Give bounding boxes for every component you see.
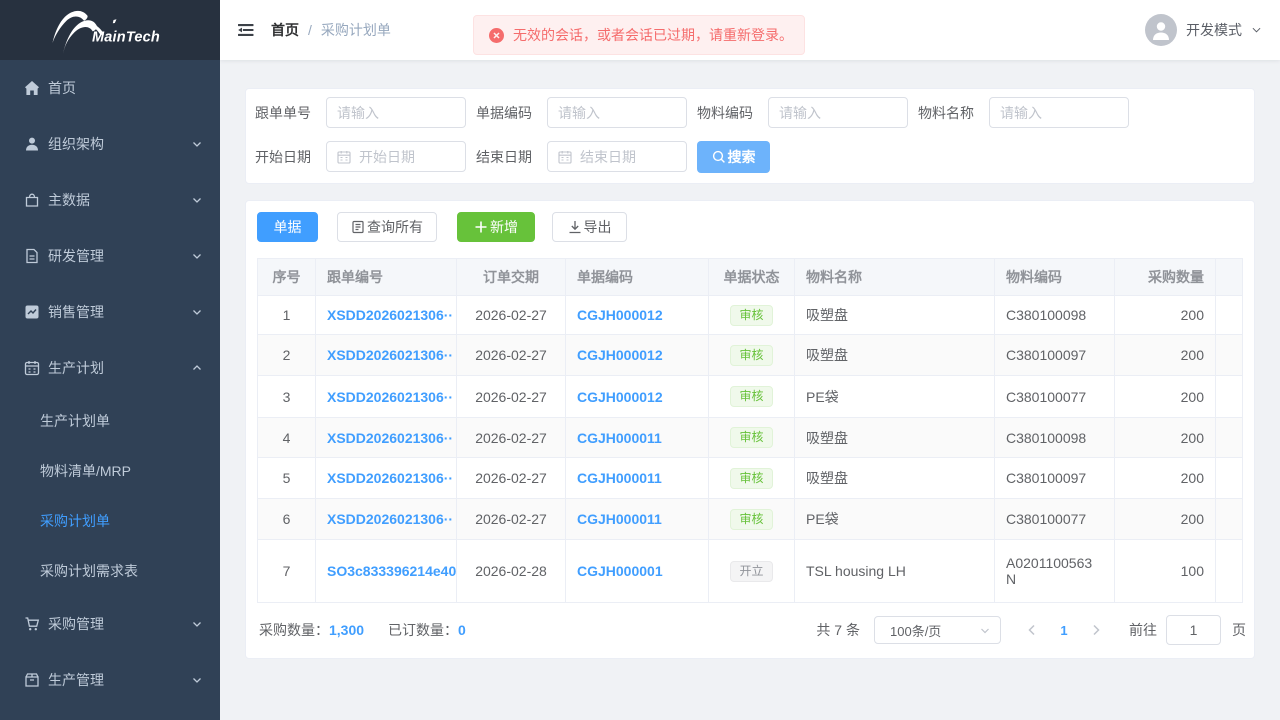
- svg-text:MainTech: MainTech: [92, 30, 160, 46]
